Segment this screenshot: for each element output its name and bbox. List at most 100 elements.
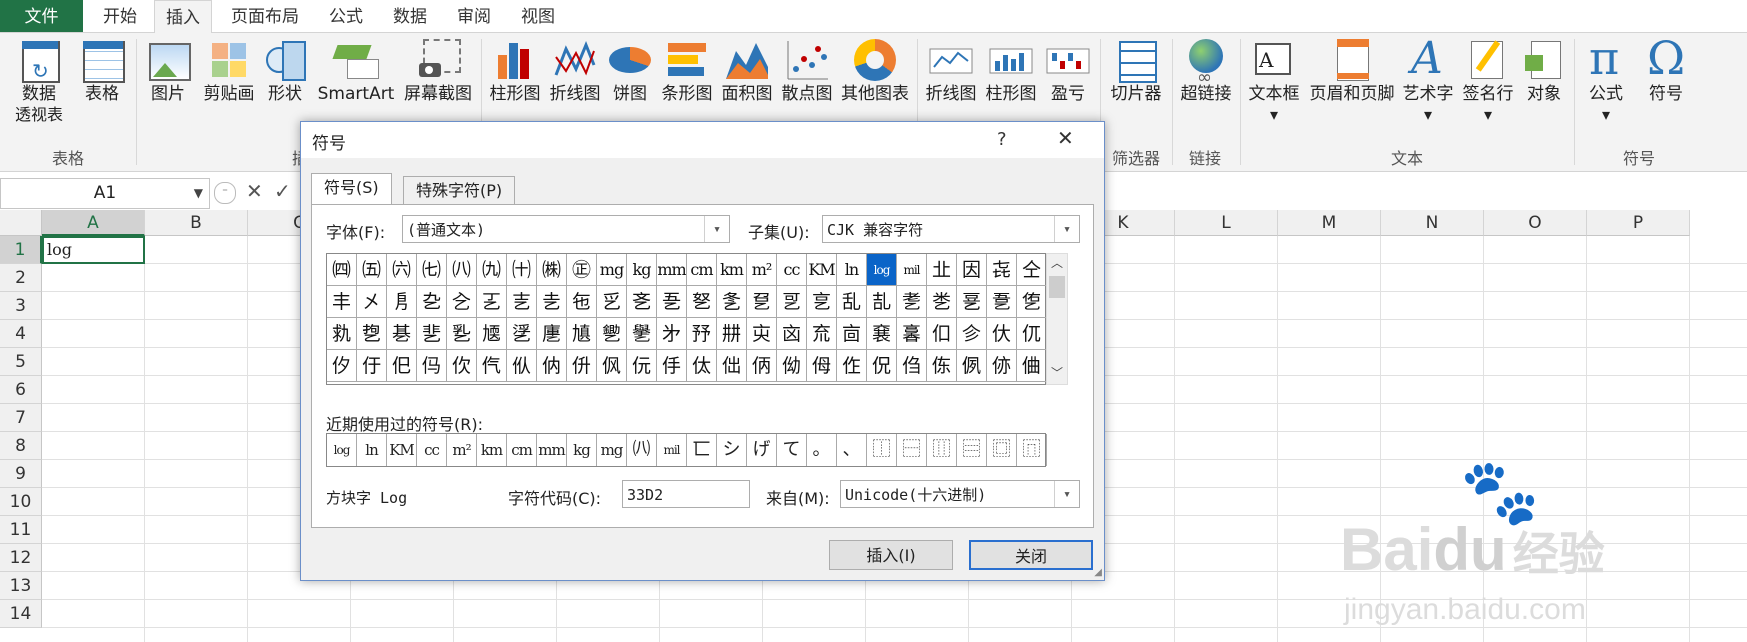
tab-review[interactable]: 审阅: [448, 0, 500, 32]
row-header[interactable]: 13: [0, 572, 42, 600]
tab-view[interactable]: 视图: [512, 0, 564, 32]
recent-symbol-cell[interactable]: ⿳: [957, 434, 987, 466]
symbol-cell[interactable]: 㐷: [417, 350, 447, 382]
symbol-cell[interactable]: 㐗: [897, 286, 927, 318]
shapes-button[interactable]: 形状: [262, 37, 308, 105]
recent-symbol-cell[interactable]: cm: [507, 434, 537, 466]
screenshot-button[interactable]: 屏幕截图: [400, 37, 476, 105]
symbol-cell[interactable]: 㐅: [357, 286, 387, 318]
column-chart-button[interactable]: 柱形图: [486, 37, 544, 105]
symbol-cell[interactable]: 㐫: [777, 318, 807, 350]
symbol-cell[interactable]: ㈧: [447, 254, 477, 286]
slicer-button[interactable]: 切片器: [1104, 37, 1168, 105]
symbol-cell[interactable]: 㐏: [657, 286, 687, 318]
recent-symbol-cell[interactable]: ⿵: [1017, 434, 1047, 466]
symbol-cell[interactable]: ㊣: [567, 254, 597, 286]
tab-data[interactable]: 数据: [384, 0, 436, 32]
symbol-cell[interactable]: 㐿: [657, 350, 687, 382]
formula-bar-collapse-icon[interactable]: ⁼: [214, 182, 236, 204]
row-header[interactable]: 7: [0, 404, 42, 432]
symbol-cell[interactable]: log: [867, 254, 897, 286]
symbol-cell[interactable]: 㐬: [807, 318, 837, 350]
area-chart-button[interactable]: 面积图: [718, 37, 776, 105]
recent-symbol-cell[interactable]: mil: [657, 434, 687, 466]
chevron-down-icon[interactable]: ▾: [1054, 216, 1079, 242]
symbol-cell[interactable]: 㐆: [387, 286, 417, 318]
symbol-cell[interactable]: 㐝: [357, 318, 387, 350]
symbol-grid[interactable]: ㈣㈤㈥㈦㈧㈨㈩㈱㊣ mg kg mm cm km m² cc KM ln log mil 㐀因㐂仝丰㐅㐆…: [326, 253, 1047, 385]
column-header[interactable]: M: [1278, 210, 1381, 236]
scroll-up-icon[interactable]: ︿: [1051, 254, 1063, 271]
symbol-cell[interactable]: ㈨: [477, 254, 507, 286]
symbol-cell[interactable]: mil: [897, 254, 927, 286]
font-select[interactable]: (普通文本) ▾: [402, 215, 730, 243]
symbol-cell[interactable]: 㑋: [1017, 350, 1047, 382]
textbox-button[interactable]: A 文本框 ▾: [1244, 37, 1304, 125]
symbol-cell[interactable]: 㐹: [477, 350, 507, 382]
symbol-cell[interactable]: 㐻: [537, 350, 567, 382]
column-header[interactable]: B: [145, 210, 248, 236]
scroll-down-icon[interactable]: ﹀: [1051, 364, 1063, 381]
select-all-corner[interactable]: [0, 210, 42, 236]
symbol-cell[interactable]: 㐉: [477, 286, 507, 318]
symbol-cell[interactable]: 㑄: [807, 350, 837, 382]
symbol-cell[interactable]: 㐪: [747, 318, 777, 350]
symbol-cell[interactable]: 㐚: [987, 286, 1017, 318]
symbol-cell[interactable]: 㐺: [507, 350, 537, 382]
symbol-cell[interactable]: 㐓: [777, 286, 807, 318]
tab-insert[interactable]: 插入: [154, 0, 212, 34]
symbol-button[interactable]: Ω 符号: [1638, 31, 1694, 105]
column-header[interactable]: L: [1175, 210, 1278, 236]
symbol-cell[interactable]: ㈦: [417, 254, 447, 286]
symbol-cell[interactable]: 㐊: [507, 286, 537, 318]
symbol-cell[interactable]: ㈥: [387, 254, 417, 286]
symbol-cell[interactable]: 㐡: [477, 318, 507, 350]
symbol-cell[interactable]: 㑇: [897, 350, 927, 382]
symbol-cell[interactable]: 㐈: [447, 286, 477, 318]
from-select[interactable]: Unicode(十六进制) ▾: [840, 480, 1080, 508]
symbol-cell[interactable]: 㑀: [687, 350, 717, 382]
sparkline-column-button[interactable]: 柱形图: [982, 37, 1040, 105]
symbol-cell[interactable]: 㐙: [957, 286, 987, 318]
picture-button[interactable]: 图片: [142, 37, 194, 105]
bar-chart-button[interactable]: 条形图: [658, 37, 716, 105]
symbol-cell[interactable]: KM: [807, 254, 837, 286]
symbol-cell[interactable]: 㐐: [687, 286, 717, 318]
subset-select[interactable]: CJK 兼容字符 ▾: [822, 215, 1080, 243]
insert-button[interactable]: 插入(I): [829, 540, 953, 570]
symbol-cell[interactable]: 㐀: [927, 254, 957, 286]
tab-special-characters[interactable]: 特殊字符(P): [403, 176, 516, 205]
cancel-icon[interactable]: ✕: [246, 179, 263, 203]
other-charts-button[interactable]: 其他图表: [838, 37, 912, 105]
char-code-input[interactable]: 33D2: [622, 480, 750, 508]
symbol-cell[interactable]: 㐾: [627, 350, 657, 382]
row-header[interactable]: 1: [0, 236, 42, 264]
symbol-cell[interactable]: km: [717, 254, 747, 286]
symbol-cell[interactable]: 丰: [327, 286, 357, 318]
column-header[interactable]: A: [42, 210, 145, 236]
scroll-thumb[interactable]: [1049, 276, 1065, 298]
line-chart-button[interactable]: 折线图: [546, 37, 604, 105]
symbol-cell[interactable]: 㐑: [717, 286, 747, 318]
recent-symbol-cell[interactable]: m²: [447, 434, 477, 466]
resize-grip-icon[interactable]: ◢: [1094, 567, 1102, 578]
symbol-cell[interactable]: 㐯: [897, 318, 927, 350]
symbol-cell[interactable]: 㐰: [927, 318, 957, 350]
symbol-cell[interactable]: 仝: [1017, 254, 1047, 286]
symbol-cell[interactable]: 㐋: [537, 286, 567, 318]
symbol-cell[interactable]: 㐟: [417, 318, 447, 350]
symbol-cell[interactable]: 㐶: [387, 350, 417, 382]
symbol-cell[interactable]: 㐩: [717, 318, 747, 350]
tab-formulas[interactable]: 公式: [320, 0, 372, 32]
equation-button[interactable]: π 公式 ▾: [1578, 31, 1634, 125]
recent-symbol-cell[interactable]: シ: [717, 434, 747, 466]
recent-symbol-cell[interactable]: て: [777, 434, 807, 466]
symbol-cell[interactable]: 㐌: [567, 286, 597, 318]
sparkline-winloss-button[interactable]: 盈亏: [1042, 37, 1094, 105]
scatter-chart-button[interactable]: 散点图: [778, 37, 836, 105]
recent-symbols-strip[interactable]: log ln KM cc m² km cm mm kg mg ㈧ mil 匸シげて。、⿰⿱⿲⿳⿴⿵: [326, 433, 1047, 467]
symbol-cell[interactable]: 㑁: [717, 350, 747, 382]
recent-symbol-cell[interactable]: mg: [597, 434, 627, 466]
clipart-button[interactable]: 剪贴画: [198, 37, 260, 105]
symbol-cell[interactable]: 㐭: [837, 318, 867, 350]
